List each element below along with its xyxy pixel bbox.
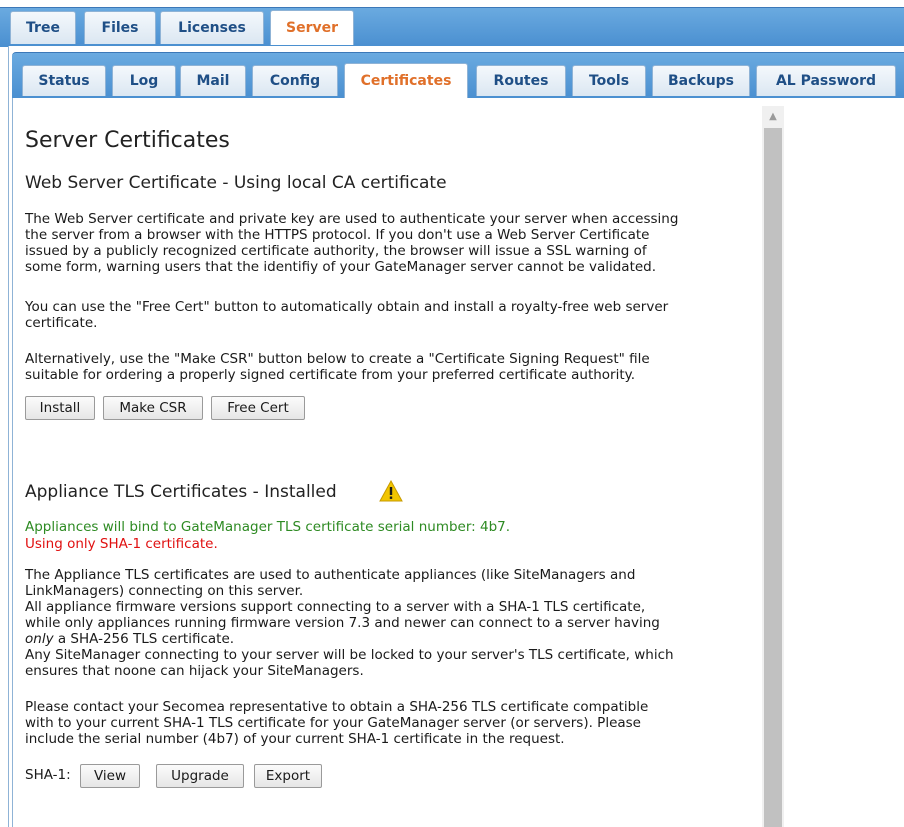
make-csr-description: Alternatively, use the "Make CSR" button…: [25, 351, 765, 383]
text-line: only a SHA-256 TLS certificate.: [25, 631, 765, 647]
tab-label: Tree: [26, 20, 60, 36]
tab-mail[interactable]: Mail: [180, 65, 246, 96]
tab-label: Files: [101, 20, 139, 36]
text-line: issued by a publicly recognized certific…: [25, 243, 647, 259]
warning-triangle-icon: [379, 480, 403, 502]
free-cert-button[interactable]: Free Cert: [211, 396, 305, 420]
text-line: Please contact your Secomea representati…: [25, 699, 649, 715]
text-line: The Web Server certificate and private k…: [25, 211, 679, 227]
emphasis-only: only: [25, 631, 54, 647]
export-button[interactable]: Export: [254, 764, 322, 788]
install-button[interactable]: Install: [25, 396, 95, 420]
page-title: Server Certificates: [25, 128, 230, 153]
tab-label: AL Password: [775, 73, 877, 89]
tab-label: Mail: [196, 73, 230, 89]
tab-label: Config: [269, 73, 321, 89]
text-line: LinkManagers) connecting on this server.: [25, 583, 304, 599]
tab-log[interactable]: Log: [112, 65, 176, 96]
make-csr-button[interactable]: Make CSR: [103, 396, 203, 420]
scrollbar-thumb[interactable]: [764, 128, 782, 827]
text-line: Alternatively, use the "Make CSR" button…: [25, 351, 650, 367]
serial-status: Appliances will bind to GateManager TLS …: [25, 519, 511, 535]
tab-backups[interactable]: Backups: [652, 65, 750, 96]
tab-label: Log: [129, 73, 159, 89]
tab-al-password[interactable]: AL Password: [756, 65, 896, 96]
tab-label: Certificates: [360, 73, 452, 89]
tab-licenses[interactable]: Licenses: [160, 11, 264, 44]
contact-description: Please contact your Secomea representati…: [25, 699, 765, 747]
tab-routes[interactable]: Routes: [476, 65, 566, 96]
text-line: while only appliances running firmware v…: [25, 615, 660, 631]
appliance-tls-description: The Appliance TLS certificates are used …: [25, 567, 765, 679]
web-cert-heading: Web Server Certificate - Using local CA …: [25, 173, 447, 193]
tab-label: Routes: [493, 73, 549, 89]
text-line: with to your current SHA-1 TLS certifica…: [25, 715, 641, 731]
text-line: The Appliance TLS certificates are used …: [25, 567, 636, 583]
tab-certificates[interactable]: Certificates: [344, 63, 468, 98]
text-line: include the serial number (4b7) of your …: [25, 731, 565, 747]
upgrade-button[interactable]: Upgrade: [156, 764, 244, 788]
sha1-warning: Using only SHA-1 certificate.: [25, 536, 218, 552]
tab-label: Licenses: [178, 20, 246, 36]
appliance-tls-heading: Appliance TLS Certificates - Installed: [25, 482, 337, 502]
text-line: the server from a browser with the HTTPS…: [25, 227, 650, 243]
tab-label: Tools: [588, 73, 630, 89]
tab-tree[interactable]: Tree: [10, 11, 76, 44]
tab-label: Status: [38, 73, 90, 89]
free-cert-description: You can use the "Free Cert" button to au…: [25, 299, 765, 331]
tab-server[interactable]: Server: [270, 10, 354, 45]
text-line: All appliance firmware versions support …: [25, 599, 646, 615]
view-button[interactable]: View: [80, 764, 140, 788]
sha1-label: SHA-1:: [25, 767, 71, 783]
tab-label: Server: [285, 20, 338, 36]
text-line: You can use the "Free Cert" button to au…: [25, 299, 669, 315]
text-line: certificate.: [25, 315, 98, 331]
text-fragment: a SHA-256 TLS certificate.: [53, 631, 235, 647]
tab-config[interactable]: Config: [252, 65, 338, 96]
text-line: ensures that noone can hijack your SiteM…: [25, 663, 364, 679]
text-line: some form, warning users that the identi…: [25, 259, 657, 275]
tab-status[interactable]: Status: [22, 65, 106, 96]
web-cert-description: The Web Server certificate and private k…: [25, 211, 765, 275]
tab-label: Backups: [667, 73, 735, 89]
text-line: suitable for ordering a properly signed …: [25, 367, 636, 383]
text-line: Any SiteManager connecting to your serve…: [25, 647, 674, 663]
tab-tools[interactable]: Tools: [572, 65, 646, 96]
scroll-up-arrow-icon[interactable]: ▲: [762, 106, 784, 126]
tab-files[interactable]: Files: [84, 11, 156, 44]
